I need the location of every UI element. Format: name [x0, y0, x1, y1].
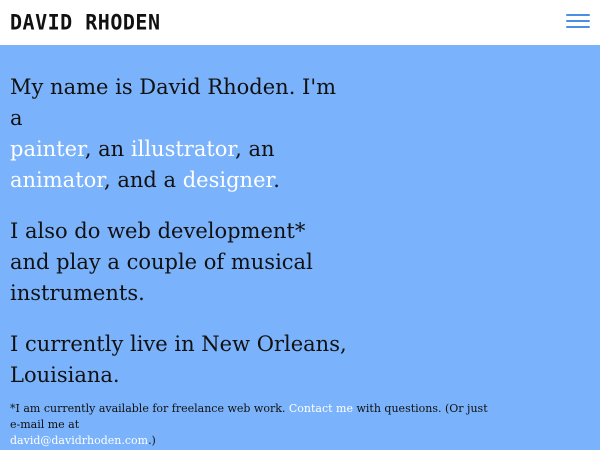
illustrator-link[interactable]: illustrator [131, 137, 235, 161]
intro-separator: , an [84, 137, 131, 161]
menu-bar-top [566, 14, 590, 16]
animator-link[interactable]: animator [10, 168, 104, 192]
painter-link[interactable]: painter [10, 137, 85, 161]
designer-link[interactable]: designer [183, 168, 274, 192]
footnote-end: .) [148, 434, 156, 447]
site-logo[interactable]: DAVID RHODEN [10, 10, 161, 33]
intro-text: My name is David Rhoden. I'm a [10, 75, 337, 130]
location-paragraph: I currently live in New Orleans, Louisia… [10, 332, 347, 387]
freelance-footnote: *I am currently available for freelance … [10, 401, 500, 449]
contact-link[interactable]: Contact me [289, 402, 353, 415]
menu-bar-middle [566, 20, 590, 22]
email-link[interactable]: david@davidrhoden.com [10, 434, 148, 447]
footnote-text: *I am currently available for freelance … [10, 402, 289, 415]
site-header: DAVID RHODEN [0, 0, 600, 45]
hamburger-menu-icon[interactable] [566, 12, 590, 30]
intro-end: . [273, 168, 280, 192]
intro-separator: , an [235, 137, 275, 161]
web-dev-paragraph: I also do web development* and play a co… [10, 219, 313, 305]
intro-separator: , and a [104, 168, 183, 192]
intro-section: My name is David Rhoden. I'm a painter, a… [10, 72, 350, 411]
menu-bar-bottom [566, 26, 590, 28]
intro-paragraph: My name is David Rhoden. I'm a painter, a… [10, 72, 350, 196]
